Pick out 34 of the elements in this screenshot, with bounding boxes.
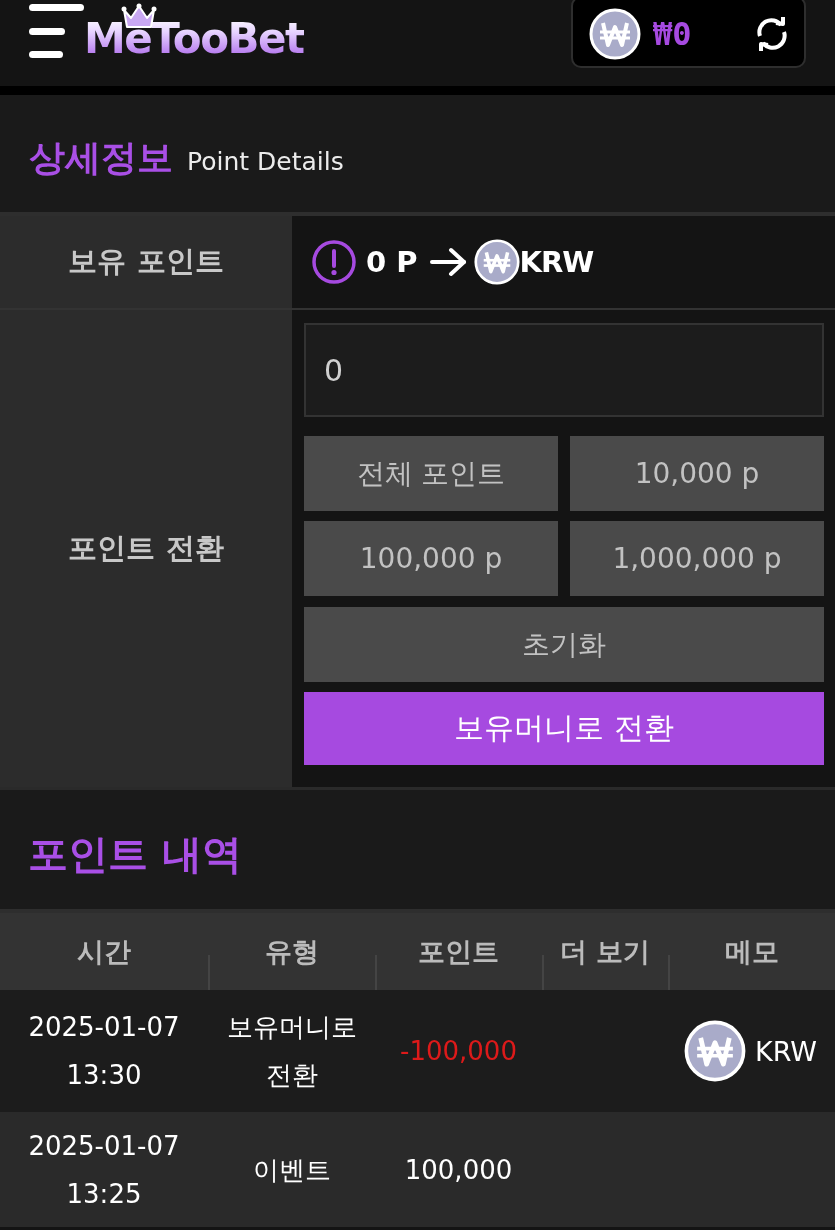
column-header: 더 보기 xyxy=(542,913,668,990)
section-title: 포인트 내역 xyxy=(28,830,242,879)
table-cell-text: 100,000 xyxy=(403,1153,514,1187)
table-cell-text: 2025-01-07 13:30 xyxy=(27,1011,181,1092)
currency-label: KRW xyxy=(519,245,594,279)
amount-button[interactable]: 10,000 p xyxy=(570,436,824,511)
table-cell-text: 보유머니로 전환 xyxy=(225,1011,358,1092)
row-label: 보유 포인트 xyxy=(0,216,292,308)
balance-amount: ₩0 xyxy=(653,15,692,53)
table-cell-text: -100,000 xyxy=(399,1035,518,1068)
amount-button[interactable]: 1,000,000 p xyxy=(570,521,824,596)
refresh-icon[interactable] xyxy=(754,16,790,52)
arrow-icon xyxy=(429,247,468,277)
points-value: 0 P xyxy=(366,245,418,279)
won-coin-icon xyxy=(589,8,641,60)
column-header: 유형 xyxy=(208,913,375,990)
won-coin-icon xyxy=(473,239,520,285)
row-label: 포인트 전환 xyxy=(0,310,292,787)
menu-icon[interactable] xyxy=(29,4,84,58)
convert-button[interactable]: 보유머니로 전환 xyxy=(304,692,824,765)
section-title: 상세정보 xyxy=(29,136,173,180)
column-header: 메모 xyxy=(668,913,835,990)
amount-input[interactable]: 0 xyxy=(304,323,824,417)
column-header: 시간 xyxy=(76,934,132,969)
memo-text: KRW xyxy=(755,1035,818,1067)
section-subtitle: Point Details xyxy=(187,146,344,176)
exclamation-icon xyxy=(312,240,356,284)
reset-button[interactable]: 초기화 xyxy=(304,607,824,682)
table-cell-text: 이벤트 xyxy=(251,1153,332,1187)
amount-button[interactable]: 100,000 p xyxy=(304,521,558,596)
amount-button[interactable]: 전체 포인트 xyxy=(304,436,558,511)
won-coin-icon xyxy=(684,1020,746,1082)
table-cell-text: 2025-01-07 13:25 xyxy=(27,1129,181,1211)
column-header: 포인트 xyxy=(375,913,542,990)
